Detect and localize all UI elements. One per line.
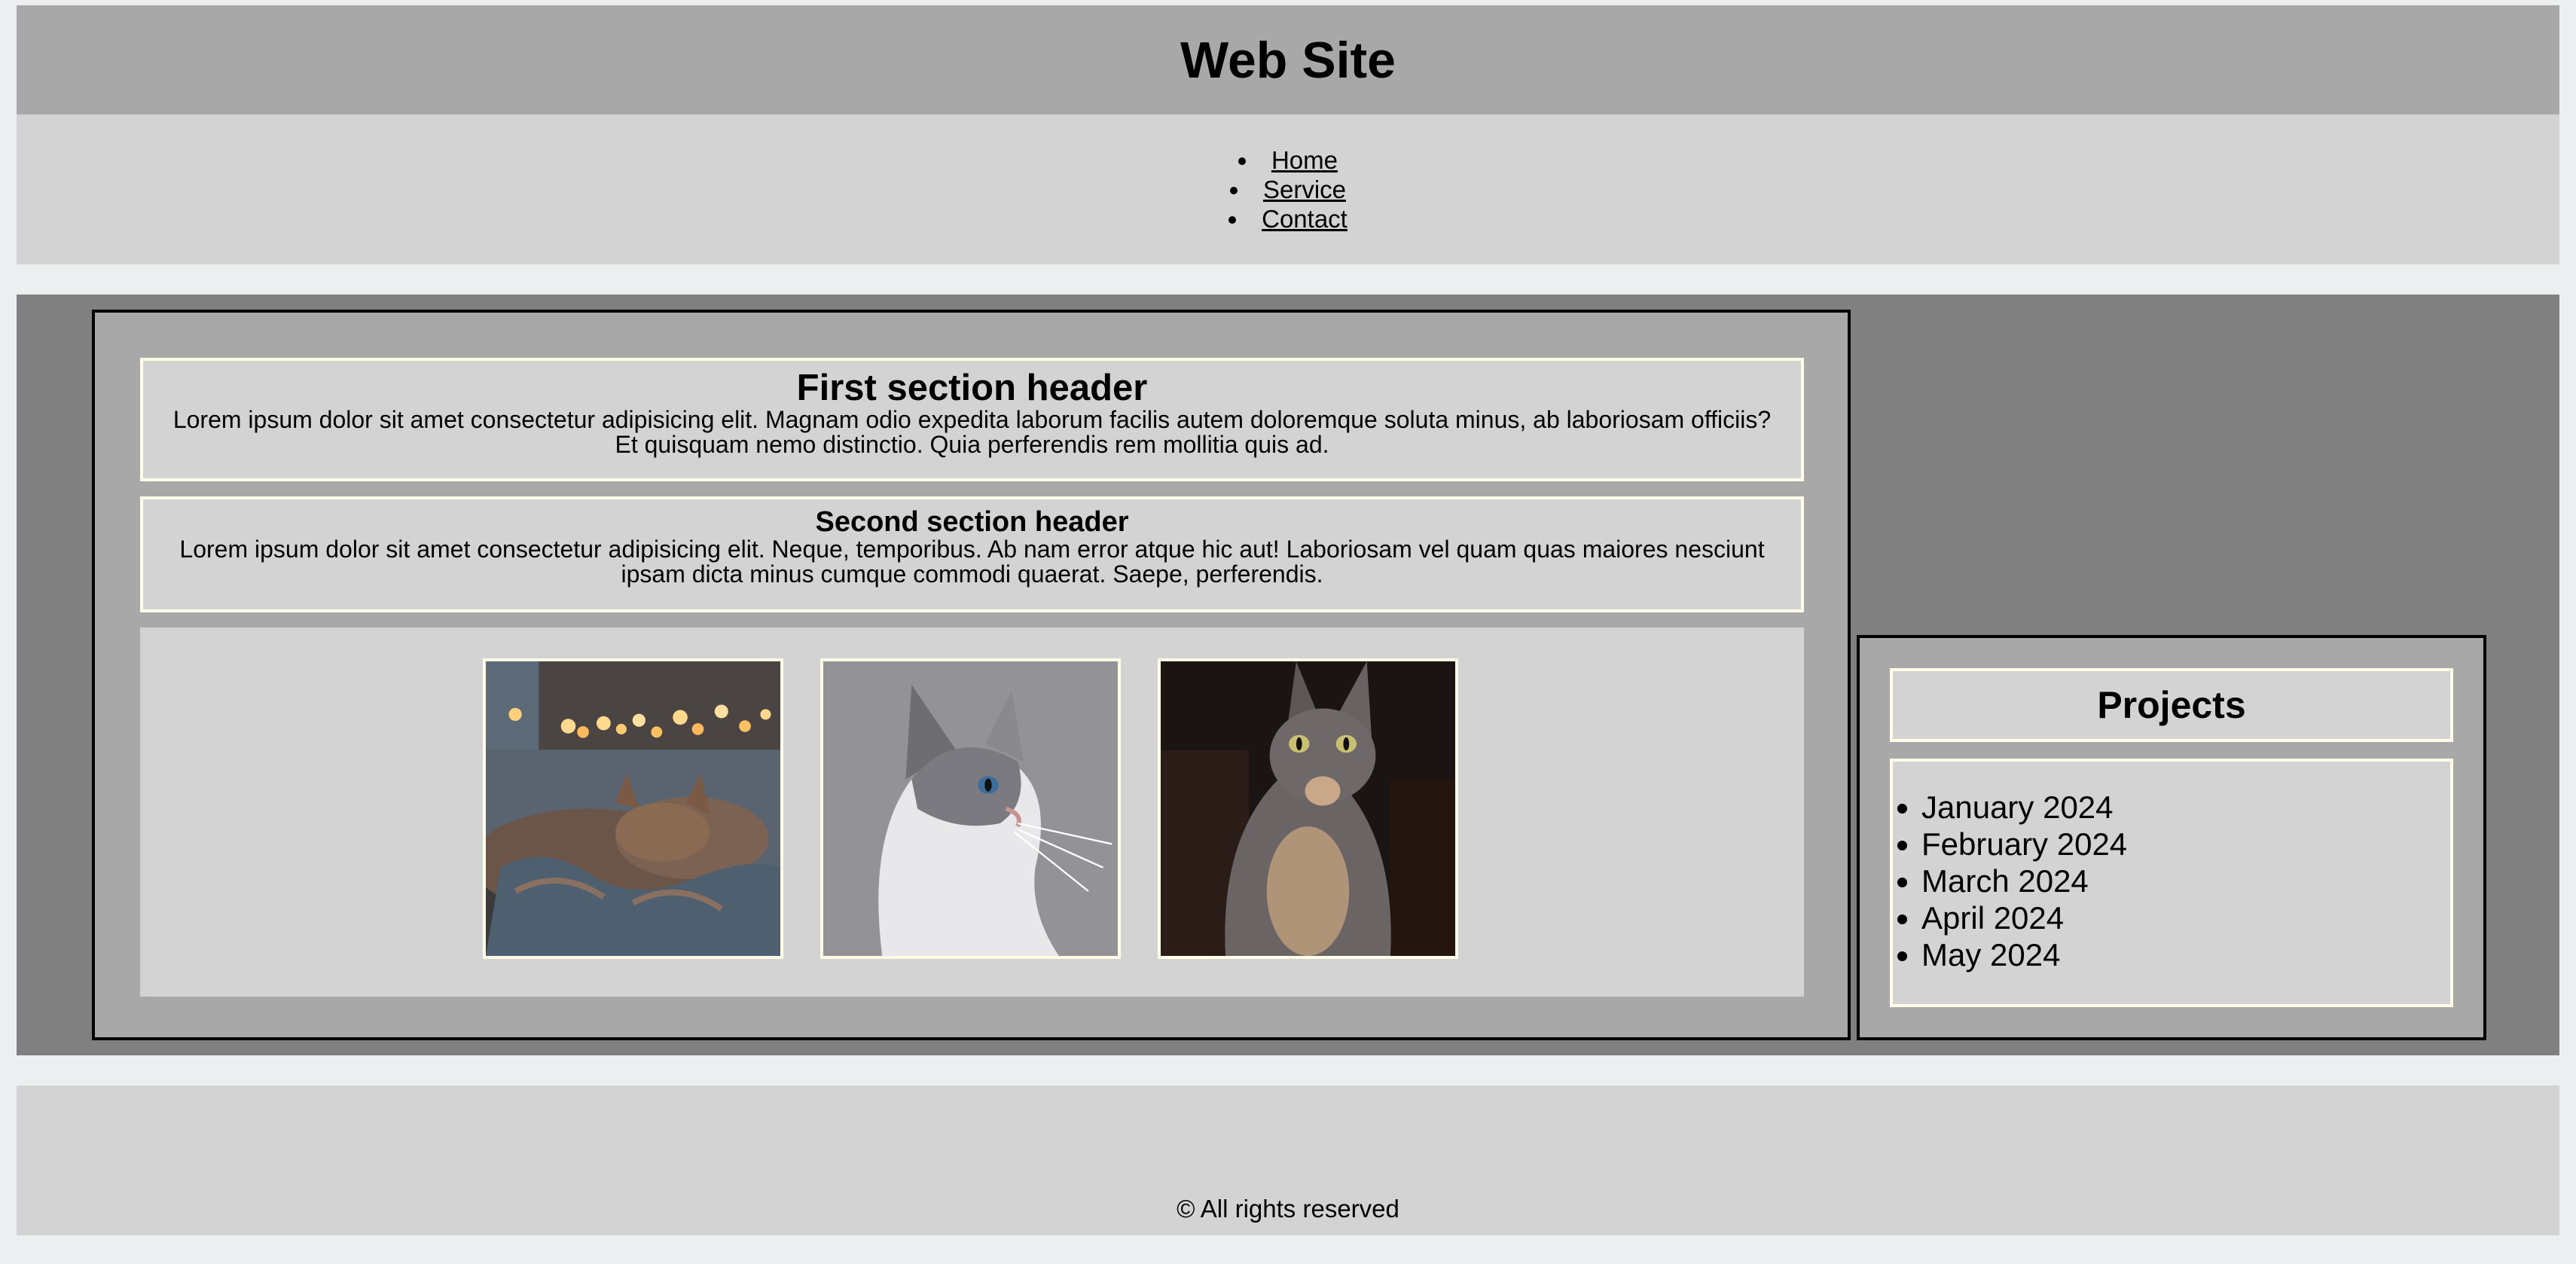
projects-title: Projects	[2097, 684, 2246, 726]
list-item: May 2024	[1921, 936, 2450, 973]
main-area: First section header Lorem ipsum dolor s…	[17, 295, 2559, 1055]
image-gallery	[140, 627, 1804, 997]
list-item: April 2024	[1921, 899, 2450, 936]
cat-sleeping-photo	[483, 658, 783, 959]
projects-list-box: January 2024 February 2024 March 2024 Ap…	[1890, 759, 2453, 1007]
second-section-header: Second section header	[815, 506, 1129, 538]
nav-link-contact[interactable]: Contact	[1262, 205, 1348, 233]
nav-item-contact: Contact	[1228, 204, 1348, 234]
first-section-text: Lorem ipsum dolor sit amet consectetur a…	[172, 406, 1772, 458]
projects-sidebar: Projects January 2024 February 2024 Marc…	[1857, 635, 2486, 1040]
list-item: February 2024	[1921, 826, 2450, 863]
nav-link-home[interactable]: Home	[1271, 146, 1338, 174]
main-nav: Home Service Contact	[17, 114, 2559, 264]
first-section-header: First section header	[796, 368, 1148, 408]
list-item: March 2024	[1921, 863, 2450, 899]
first-section: First section header Lorem ipsum dolor s…	[140, 358, 1804, 481]
content-panel: First section header Lorem ipsum dolor s…	[92, 310, 1851, 1040]
nav-list: Home Service Contact	[1228, 145, 1348, 234]
site-title: Web Site	[1180, 31, 1396, 89]
copyright-text: © All rights reserved	[1177, 1195, 1399, 1223]
second-section-text: Lorem ipsum dolor sit amet consectetur a…	[179, 536, 1765, 588]
projects-header-box: Projects	[1890, 668, 2453, 742]
site-header: Web Site	[17, 5, 2559, 114]
cat-portrait-photo	[1158, 658, 1458, 959]
list-item: January 2024	[1921, 789, 2450, 826]
second-section: Second section header Lorem ipsum dolor …	[140, 496, 1804, 612]
nav-link-service[interactable]: Service	[1263, 176, 1346, 203]
nav-item-service: Service	[1228, 175, 1348, 204]
site-footer: © All rights reserved	[17, 1085, 2559, 1235]
nav-item-home: Home	[1228, 145, 1348, 175]
project-month-list: January 2024 February 2024 March 2024 Ap…	[1893, 762, 2450, 973]
cat-profile-photo	[820, 658, 1121, 959]
